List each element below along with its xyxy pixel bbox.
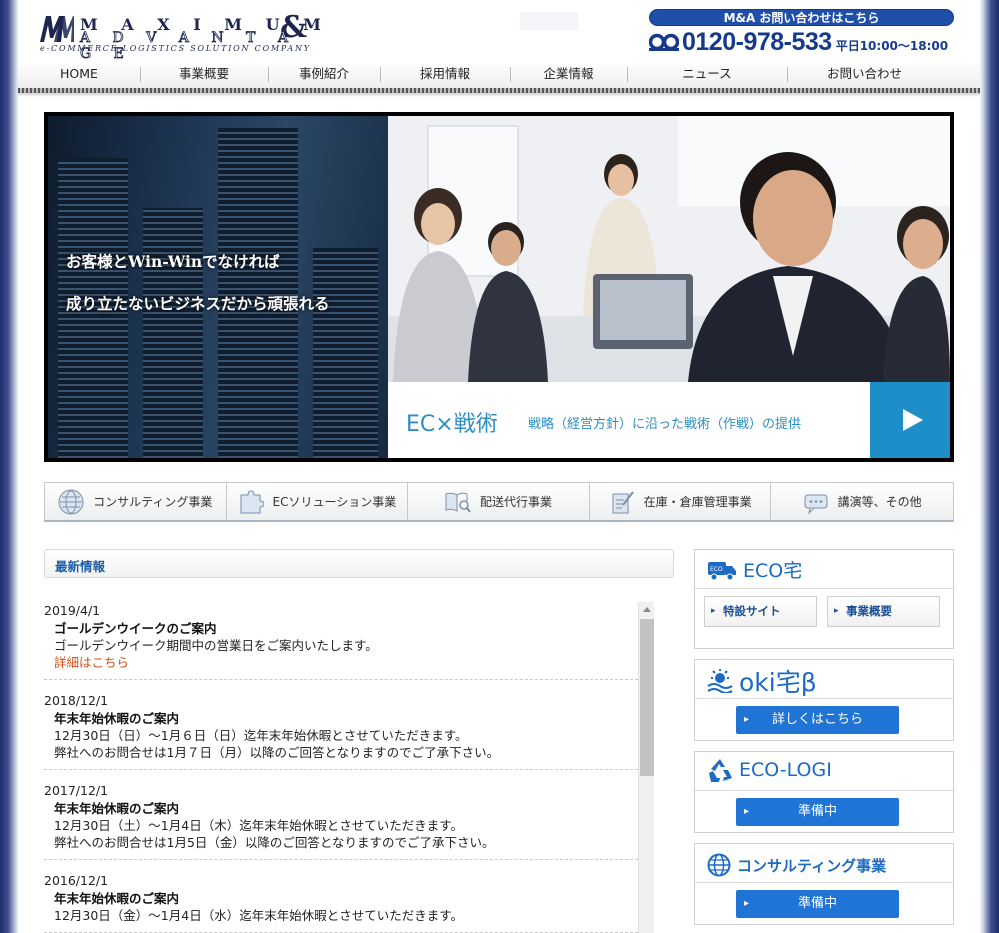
hero-copy-line2: 成り立たないビジネスだから頑張れる (66, 294, 330, 313)
hero-caption-subtitle: 戦略（経営方針）に沿った戦術（作戦）の提供 (528, 417, 802, 432)
puzzle-icon (240, 489, 264, 513)
main-nav: HOME 事業概要 事例紹介 採用情報 企業情報 ニュース お問い合わせ (18, 62, 980, 88)
news-item: 2016/12/1 年末年始休暇のご案内 12月30日（金）～1月4日（水）迄年… (44, 870, 638, 933)
speech-bubble-icon (804, 494, 828, 515)
scroll-thumb[interactable] (640, 619, 654, 776)
service-consulting[interactable]: コンサルティング事業 (45, 483, 227, 520)
nav-news[interactable]: ニュース (627, 62, 787, 88)
news-title: 年末年始休暇のご案内 (54, 801, 180, 816)
news-detail-link[interactable]: 詳細はこちら (44, 654, 638, 671)
nav-cases[interactable]: 事例紹介 (268, 62, 380, 88)
service-label: コンサルティング事業 (93, 495, 213, 509)
sidebar-eco-logi: ECO-LOGI 準備中 (694, 751, 954, 833)
news-title: 年末年始休暇のご案内 (54, 711, 180, 726)
ma-inquiry-button[interactable]: M&A お問い合わせはこちら (649, 9, 954, 26)
news-date: 2017/12/1 (44, 783, 109, 798)
sidebar-eco-taku: ECO ECO宅 特設サイト 事業概要 (694, 549, 954, 649)
globe-icon (707, 853, 731, 877)
service-label: 講演等、その他 (837, 495, 922, 509)
nav-business[interactable]: 事業概要 (140, 62, 268, 88)
hero-copy-line1: お客様とWin-Winでなければ (66, 252, 280, 271)
svg-text:ECO: ECO (710, 566, 723, 573)
scroll-up-arrow-icon[interactable] (639, 602, 655, 618)
news-body: 12月30日（土）～1月4日（木）迄年末年始休暇とさせていただきます。 (54, 818, 463, 833)
sun-wave-icon (707, 669, 733, 693)
free-dial-icon (649, 33, 679, 51)
sidebar-oki-taku: oki宅β 詳しくはこちら (694, 659, 954, 741)
consulting-title-text: コンサルティング事業 (737, 856, 887, 875)
service-ec-solution[interactable]: ECソリューション事業 (227, 483, 409, 520)
sidebar-consulting: コンサルティング事業 準備中 (694, 843, 954, 925)
service-label: 在庫・倉庫管理事業 (643, 495, 752, 509)
service-label: ECソリューション事業 (272, 495, 397, 509)
recycle-icon (709, 759, 732, 782)
phone-hours: 平日10:00〜18:00 (835, 38, 949, 53)
news-body: 12月30日（日）～1月６日（日）迄年末年始休暇とさせていただきます。 (54, 728, 468, 743)
news-body: 弊社へのお問合せは1月７日（月）以降のご回答となりますのでご了承下さい。 (54, 745, 500, 760)
oki-taku-details-button[interactable]: 詳しくはこちら (736, 706, 899, 734)
hero-banner[interactable]: お客様とWin-Winでなければ 成り立たないビジネスだから頑張れる EC×戦術… (44, 112, 954, 462)
news-date: 2018/12/1 (44, 693, 109, 708)
news-body: 12月30日（金）～1月4日（水）迄年末年始休暇とさせていただきます。 (54, 908, 463, 923)
eco-special-site-button[interactable]: 特設サイト (704, 596, 817, 627)
news-title: ゴールデンウイークのご案内 (54, 621, 217, 636)
service-tabs: コンサルティング事業 ECソリューション事業 配送代行事業 在庫・倉庫管理事業 … (44, 482, 954, 522)
phone-contact[interactable]: 0120-978-533 平日10:00〜18:00 (649, 28, 948, 56)
logo-tagline: e-COMMERCE LOGISTICS SOLUTION COMPANY (40, 44, 311, 53)
header-placeholder (520, 12, 578, 30)
news-body: ゴールデンウイーク期間中の営業日をご案内いたします。 (54, 638, 378, 653)
globe-icon (58, 489, 84, 514)
oki-taku-title[interactable]: oki宅β (707, 663, 817, 699)
service-lectures[interactable]: 講演等、その他 (771, 483, 953, 520)
hero-caption-title: EC×戦術 (406, 412, 498, 437)
company-logo[interactable]: M A X I M U M & A D V A N T A G E e-COMM… (40, 10, 330, 62)
news-scrollbar[interactable] (638, 602, 654, 933)
phone-number: 0120-978-533 (682, 27, 832, 56)
news-date: 2016/12/1 (44, 873, 109, 888)
news-item: 2019/4/1 ゴールデンウイークのご案内 ゴールデンウイーク期間中の営業日を… (44, 600, 638, 680)
hero-skyscraper-image: お客様とWin-Winでなければ 成り立たないビジネスだから頑張れる (48, 116, 388, 458)
news-list[interactable]: 2019/4/1 ゴールデンウイークのご案内 ゴールデンウイーク期間中の営業日を… (44, 600, 638, 933)
nav-recruit[interactable]: 採用情報 (380, 62, 510, 88)
eco-logi-title[interactable]: ECO-LOGI (707, 758, 832, 782)
eco-business-overview-button[interactable]: 事業概要 (827, 596, 940, 627)
eco-taku-title-text: ECO宅 (743, 560, 803, 582)
delivery-truck-icon: ECO (708, 561, 736, 580)
nav-home[interactable]: HOME (18, 62, 140, 88)
service-delivery[interactable]: 配送代行事業 (408, 483, 590, 520)
hero-office-photo (388, 116, 950, 382)
news-header: 最新情報 (44, 549, 674, 578)
nav-shadow (18, 93, 980, 97)
eco-taku-title[interactable]: ECO ECO宅 (707, 556, 802, 583)
clipboard-pen-icon (612, 490, 634, 513)
hero-next-play-icon[interactable] (870, 382, 950, 458)
nav-contact[interactable]: お問い合わせ (787, 62, 942, 88)
consulting-coming-soon-button[interactable]: 準備中 (736, 890, 899, 918)
service-label: 配送代行事業 (479, 495, 552, 509)
book-search-icon (445, 492, 471, 513)
news-body: 弊社へのお問合せは1月5日（金）以降のご回答となりますのでご了承下さい。 (54, 835, 495, 850)
hero-caption: EC×戦術 戦略（経営方針）に沿った戦術（作戦）の提供 (388, 382, 870, 458)
consulting-title[interactable]: コンサルティング事業 (707, 853, 886, 877)
news-item: 2017/12/1 年末年始休暇のご案内 12月30日（土）～1月4日（木）迄年… (44, 780, 638, 860)
news-title: 年末年始休暇のご案内 (54, 891, 180, 906)
eco-logi-title-text: ECO-LOGI (739, 759, 832, 781)
page: M A X I M U M & A D V A N T A G E e-COMM… (18, 0, 980, 933)
office-meeting-illustration (388, 116, 950, 382)
eco-logi-coming-soon-button[interactable]: 準備中 (736, 798, 899, 826)
news-date: 2019/4/1 (44, 603, 101, 618)
service-inventory[interactable]: 在庫・倉庫管理事業 (590, 483, 772, 520)
oki-taku-title-text: oki宅β (739, 668, 817, 697)
nav-company[interactable]: 企業情報 (510, 62, 627, 88)
news-header-title: 最新情報 (55, 559, 106, 574)
logo-mark-icon (40, 16, 74, 42)
news-item: 2018/12/1 年末年始休暇のご案内 12月30日（日）～1月６日（日）迄年… (44, 690, 638, 770)
